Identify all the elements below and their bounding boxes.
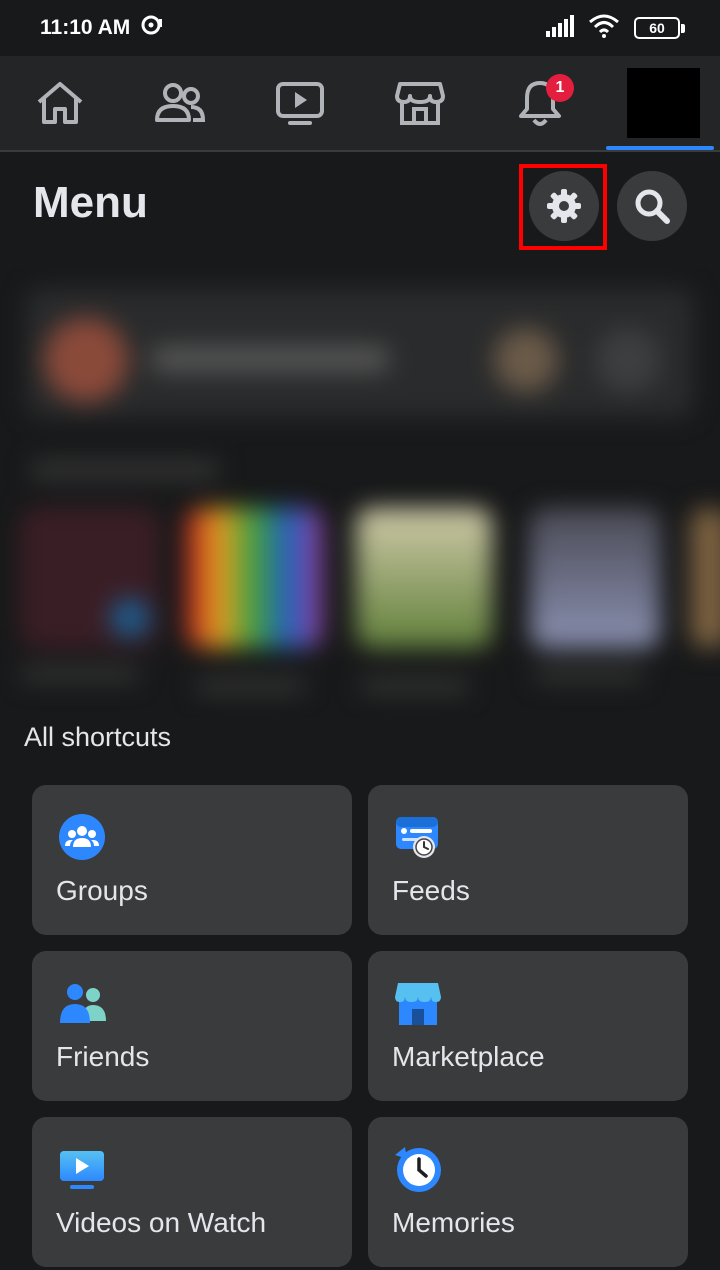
battery-indicator: 60 [634,17,685,39]
shortcut-label: Memories [392,1207,515,1238]
shortcut-label: Marketplace [392,1041,545,1072]
shortcut-friends[interactable]: Friends [32,951,352,1101]
friends-icon [155,83,206,122]
settings-highlight-box [519,164,607,250]
shortcut-groups[interactable]: Groups [32,785,352,935]
nav-friends[interactable] [130,56,230,150]
shortcut-feeds[interactable]: Feeds [368,785,688,935]
watch-icon [276,82,324,125]
status-time: 11:10 AM [40,16,131,39]
nav-notifications[interactable]: 1 [490,56,590,150]
videos-on-watch-icon [60,1151,104,1189]
nav-marketplace[interactable] [370,56,470,150]
status-bar: 11:10 AM 60 [0,0,720,56]
wifi-icon [588,14,620,43]
signal-icon [546,14,574,42]
page-title: Menu [33,178,148,227]
active-tab-indicator [606,146,714,150]
nav-home[interactable] [10,56,110,150]
shortcut-label: Videos on Watch [56,1207,267,1238]
feeds-icon [396,817,438,858]
groups-icon [59,814,105,860]
all-shortcuts-heading: All shortcuts [24,722,172,752]
search-button[interactable] [617,171,687,241]
blurred-profile-shortcuts-region [0,268,720,718]
friends-icon [60,984,106,1023]
notification-badge: 1 [546,74,574,102]
marketplace-icon [395,983,441,1025]
search-icon [635,189,670,224]
home-icon [37,82,83,124]
shortcut-label: Friends [56,1041,150,1072]
shortcut-label: Groups [56,875,148,906]
nav-watch[interactable] [250,56,350,150]
top-nav-bar: 1 [0,56,720,152]
shortcut-label: Feeds [392,875,470,906]
shortcut-videos-on-watch[interactable]: Videos on Watch [32,1117,352,1267]
memories-icon [395,1147,441,1192]
shortcut-marketplace[interactable]: Marketplace [368,951,688,1101]
battery-level: 60 [649,20,665,36]
status-app-icon [140,13,164,43]
shortcut-memories[interactable]: Memories [368,1117,688,1267]
nav-profile-avatar[interactable] [627,68,700,138]
marketplace-icon [395,82,445,125]
